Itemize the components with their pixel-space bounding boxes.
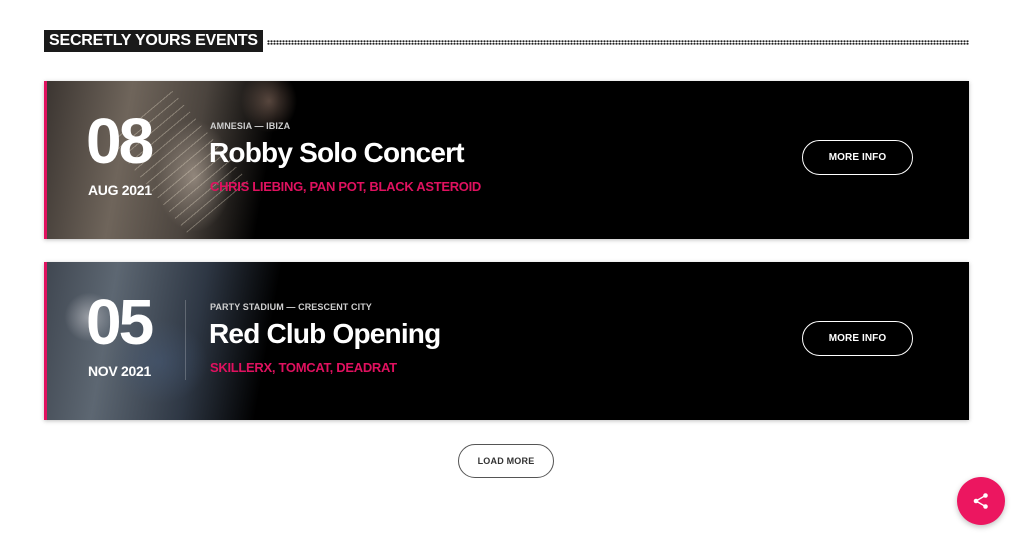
event-artists: CHRIS LIEBING, PAN POT, BLACK ASTEROID — [210, 179, 482, 194]
event-artists: SKILLERX, TOMCAT, DEADRAT — [210, 360, 397, 375]
section-title: SECRETLY YOURS EVENTS — [44, 30, 263, 52]
section-divider — [266, 39, 969, 45]
section-header: SECRETLY YOURS EVENTS — [44, 30, 969, 52]
more-info-button[interactable]: MORE INFO — [802, 321, 913, 356]
event-venue: PARTY STADIUM — CRESCENT CITY — [210, 302, 372, 312]
date-divider — [185, 300, 186, 380]
more-info-button[interactable]: MORE INFO — [802, 140, 913, 175]
event-month-year: AUG 2021 — [88, 182, 152, 198]
load-more-button[interactable]: LOAD MORE — [458, 444, 554, 478]
event-card: 08 AUG 2021 AMNESIA — IBIZA Robby Solo C… — [44, 81, 969, 239]
event-accent-bar — [44, 262, 47, 420]
event-day: 08 — [86, 105, 154, 177]
event-month-year: NOV 2021 — [88, 363, 151, 379]
event-day: 05 — [86, 286, 154, 358]
event-venue: AMNESIA — IBIZA — [210, 121, 291, 131]
share-icon — [973, 493, 988, 509]
event-card: 05 NOV 2021 PARTY STADIUM — CRESCENT CIT… — [44, 262, 969, 420]
event-title: Red Club Opening — [209, 318, 441, 349]
event-accent-bar — [44, 81, 47, 239]
share-button[interactable] — [957, 477, 1005, 525]
event-title: Robby Solo Concert — [209, 137, 465, 168]
